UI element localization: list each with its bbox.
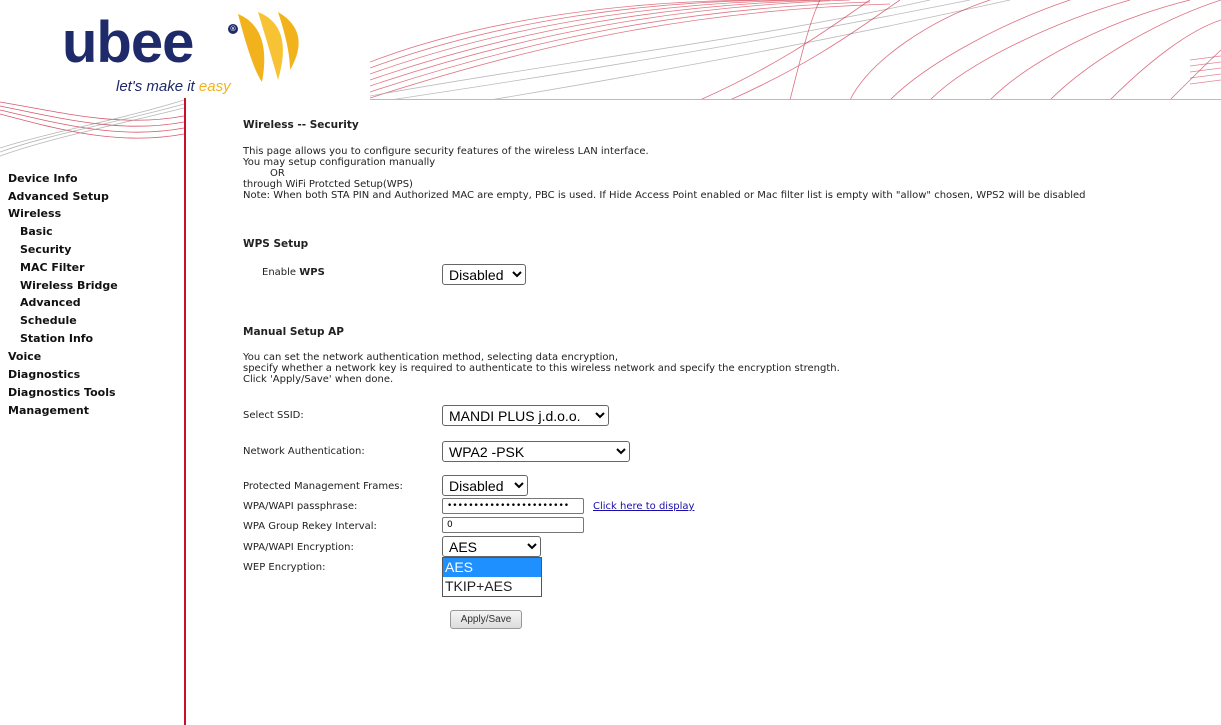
sidebar-item-security[interactable]: Security (20, 243, 71, 256)
network-auth-label: Network Authentication: (243, 446, 365, 457)
sidebar-item-advanced[interactable]: Advanced (20, 296, 81, 309)
sidebar-item-diagnostics-tools[interactable]: Diagnostics Tools (8, 386, 116, 399)
wps-setup-heading: WPS Setup (243, 238, 309, 250)
intro-note: Note: When both STA PIN and Authorized M… (243, 190, 1086, 201)
manual-desc-1: You can set the network authentication m… (243, 352, 619, 363)
pmf-label: Protected Management Frames: (243, 481, 403, 492)
sidebar-item-advanced-setup[interactable]: Advanced Setup (8, 190, 109, 203)
rekey-interval-label: WPA Group Rekey Interval: (243, 521, 377, 532)
intro-line-2: You may setup configuration manually (243, 157, 436, 168)
encryption-label: WPA/WAPI Encryption: (243, 542, 354, 553)
sidebar-item-schedule[interactable]: Schedule (20, 314, 77, 327)
intro-line-3: through WiFi Protcted Setup(WPS) (243, 179, 413, 190)
enable-wps-label: Enable WPS (262, 267, 325, 278)
ssid-select[interactable]: MANDI PLUS j.d.o.o. (442, 405, 609, 426)
intro-line-or: OR (270, 168, 285, 179)
click-to-display-link[interactable]: Click here to display (593, 501, 694, 512)
sidebar-item-mac-filter[interactable]: MAC Filter (20, 261, 85, 274)
sidebar-item-diagnostics[interactable]: Diagnostics (8, 368, 80, 381)
manual-setup-heading: Manual Setup AP (243, 326, 344, 338)
encryption-option-aes[interactable]: AES (443, 558, 541, 577)
intro-line-1: This page allows you to configure securi… (243, 146, 649, 157)
wep-encryption-label: WEP Encryption: (243, 562, 326, 573)
header-divider (370, 99, 1221, 100)
tagline: let's make it easy (116, 78, 231, 95)
fish-logo-icon (238, 12, 299, 82)
enable-wps-select[interactable]: Disabled (442, 264, 526, 285)
sidebar-item-device-info[interactable]: Device Info (8, 172, 78, 185)
ubee-logo: ubee (62, 10, 194, 75)
passphrase-input[interactable] (442, 498, 584, 514)
sidebar-item-basic[interactable]: Basic (20, 225, 53, 238)
manual-desc-3: Click 'Apply/Save' when done. (243, 374, 394, 385)
rekey-interval-input[interactable] (442, 517, 584, 533)
pmf-select[interactable]: Disabled (442, 475, 528, 496)
encryption-select[interactable]: AES (442, 536, 541, 557)
select-ssid-label: Select SSID: (243, 410, 304, 421)
sidebar-item-management[interactable]: Management (8, 404, 89, 417)
encryption-dropdown-list: AES TKIP+AES (442, 557, 542, 597)
sidebar-item-station-info[interactable]: Station Info (20, 332, 93, 345)
network-auth-select[interactable]: WPA2 -PSK (442, 441, 630, 462)
sidebar-item-wireless[interactable]: Wireless (8, 207, 61, 220)
header-wave-decoration (370, 0, 1221, 100)
sidebar-item-voice[interactable]: Voice (8, 350, 41, 363)
apply-save-button[interactable]: Apply/Save (450, 610, 522, 629)
sidebar-item-wireless-bridge[interactable]: Wireless Bridge (20, 279, 118, 292)
page-title: Wireless -- Security (243, 119, 359, 131)
passphrase-label: WPA/WAPI passphrase: (243, 501, 358, 512)
manual-desc-2: specify whether a network key is require… (243, 363, 840, 374)
encryption-option-tkip-aes[interactable]: TKIP+AES (443, 577, 541, 596)
